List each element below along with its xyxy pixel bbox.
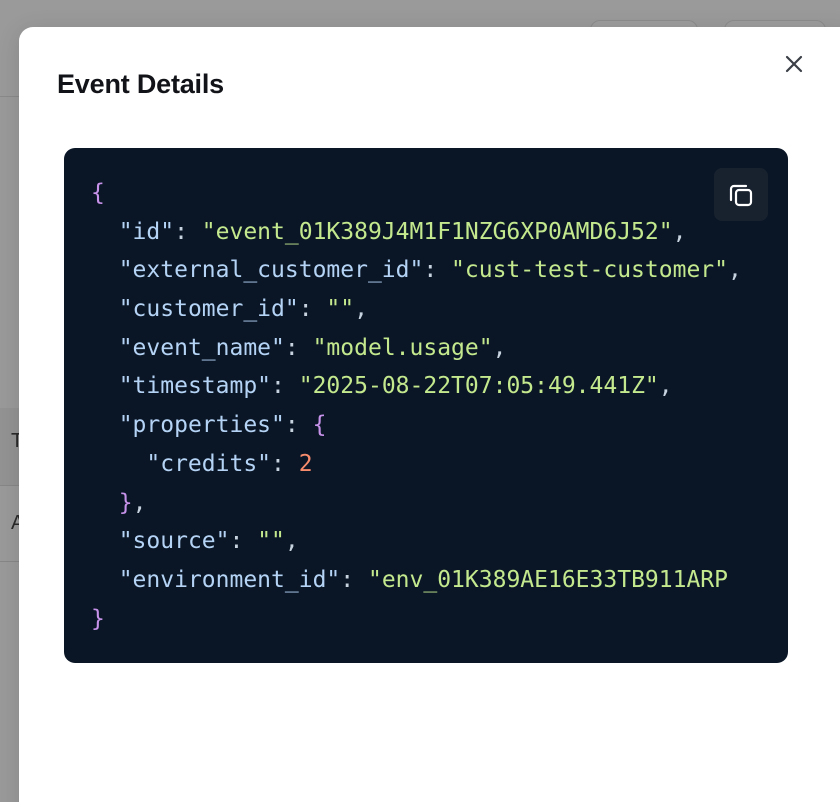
json-key: "customer_id": [118, 296, 299, 323]
json-brace: }: [91, 605, 105, 632]
close-button[interactable]: [781, 51, 807, 77]
json-line: "event_name": "model.usage",: [118, 334, 507, 361]
modal-title: Event Details: [57, 69, 224, 99]
json-line: "source": "",: [118, 528, 299, 555]
json-line: "external_customer_id": "cust-test-custo…: [118, 257, 742, 284]
json-line: {: [91, 174, 742, 213]
json-line: }: [91, 600, 742, 639]
json-line: "properties": {: [118, 412, 327, 439]
json-content: { "id": "event_01K389J4M1F1NZG6XP0AMD6J5…: [91, 174, 742, 638]
json-line: "environment_id": "env_01K389AE16E33TB91…: [118, 566, 728, 593]
copy-button[interactable]: [714, 168, 768, 221]
json-line: "customer_id": "",: [118, 296, 368, 323]
json-line: "id": "event_01K389J4M1F1NZG6XP0AMD6J52"…: [118, 218, 687, 245]
json-key: "id": [118, 218, 175, 245]
close-icon: [785, 55, 803, 73]
json-value: "event_01K389J4M1F1NZG6XP0AMD6J52": [201, 218, 673, 245]
json-key: "credits": [146, 450, 272, 477]
background-divider: [0, 485, 20, 486]
json-brace: {: [91, 180, 105, 206]
json-line: "timestamp": "2025-08-22T07:05:49.441Z",: [118, 373, 673, 400]
json-key: "environment_id": [118, 566, 341, 593]
json-value: "cust-test-customer": [451, 257, 728, 284]
json-value: "env_01K389AE16E33TB911ARP: [367, 566, 728, 593]
background-divider: [0, 561, 20, 562]
json-key: "event_name": [118, 334, 285, 361]
json-value: "": [257, 528, 285, 555]
json-line: },: [118, 489, 147, 516]
json-value: "2025-08-22T07:05:49.441Z": [298, 373, 659, 400]
json-key: "timestamp": [118, 373, 272, 400]
json-value: "": [326, 296, 355, 323]
json-key: "properties": [118, 412, 285, 439]
json-key: "source": [118, 528, 230, 555]
json-brace: }: [118, 489, 133, 516]
json-line: "credits": 2: [146, 450, 313, 477]
json-value: 2: [298, 450, 313, 477]
event-details-modal: Event Details { "id": "event_01K389J4M1F…: [19, 27, 840, 802]
json-brace: {: [312, 412, 327, 439]
json-value: "model.usage": [312, 334, 493, 361]
json-code-block: { "id": "event_01K389J4M1F1NZG6XP0AMD6J5…: [64, 148, 788, 663]
copy-icon: [729, 184, 753, 207]
json-key: "external_customer_id": [118, 257, 424, 284]
